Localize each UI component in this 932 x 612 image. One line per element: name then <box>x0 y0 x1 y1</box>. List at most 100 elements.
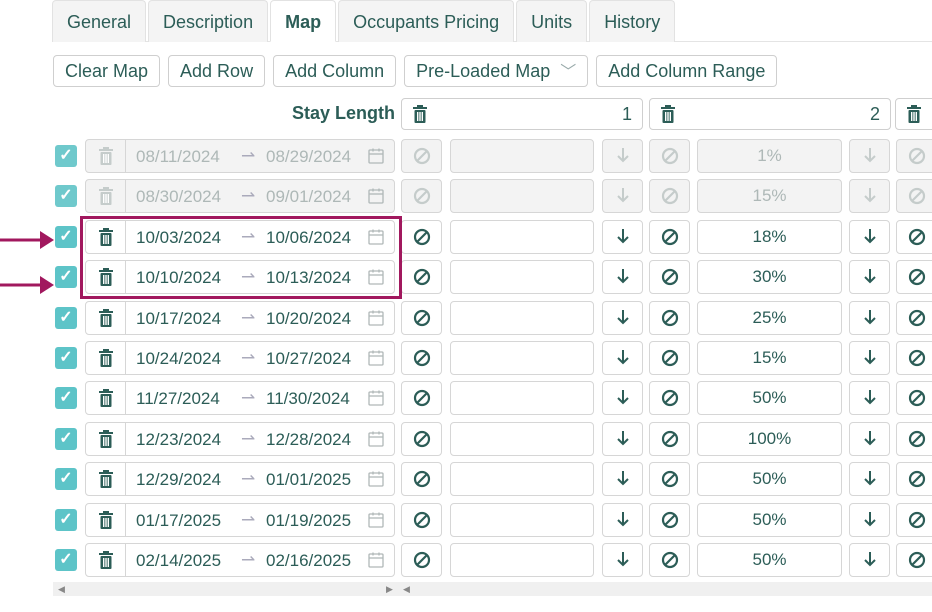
row-checkbox[interactable]: ✓ <box>55 468 77 490</box>
trash-icon[interactable] <box>86 342 126 374</box>
horizontal-scrollbar-right[interactable] <box>398 582 932 596</box>
block-button[interactable] <box>401 543 442 577</box>
fill-down-button[interactable] <box>602 503 643 537</box>
block-button[interactable] <box>896 139 932 173</box>
price-input[interactable]: 15% <box>697 179 842 213</box>
price-input[interactable] <box>450 179 594 213</box>
calendar-icon[interactable] <box>368 350 384 371</box>
trash-icon[interactable] <box>906 105 922 128</box>
date-range-field[interactable]: 12/23/2024 ⇀ 12/28/2024 <box>85 422 395 456</box>
fill-down-button[interactable] <box>849 381 890 415</box>
tab-units[interactable]: Units <box>516 0 588 42</box>
price-input[interactable] <box>450 543 594 577</box>
end-date[interactable]: 08/29/2024 <box>266 147 351 167</box>
price-input[interactable] <box>450 462 594 496</box>
block-button[interactable] <box>896 462 932 496</box>
trash-icon[interactable] <box>86 544 126 576</box>
price-input[interactable]: 25% <box>697 301 842 335</box>
block-button[interactable] <box>649 341 690 375</box>
start-date[interactable]: 02/14/2025 <box>136 551 221 571</box>
trash-icon[interactable] <box>412 105 428 128</box>
trash-icon[interactable] <box>86 463 126 495</box>
fill-down-button[interactable] <box>602 260 643 294</box>
row-checkbox[interactable]: ✓ <box>55 266 77 288</box>
fill-down-button[interactable] <box>849 179 890 213</box>
fill-down-button[interactable] <box>602 341 643 375</box>
block-button[interactable] <box>649 179 690 213</box>
price-input[interactable] <box>450 422 594 456</box>
fill-down-button[interactable] <box>602 139 643 173</box>
price-input[interactable] <box>450 301 594 335</box>
calendar-icon[interactable] <box>368 552 384 573</box>
price-input[interactable] <box>450 220 594 254</box>
price-input[interactable]: 15% <box>697 341 842 375</box>
start-date[interactable]: 01/17/2025 <box>136 511 221 531</box>
clear-map-button[interactable]: Clear Map <box>53 55 161 87</box>
calendar-icon[interactable] <box>368 310 384 331</box>
calendar-icon[interactable] <box>368 431 384 452</box>
fill-down-button[interactable] <box>849 260 890 294</box>
block-button[interactable] <box>649 462 690 496</box>
end-date[interactable]: 10/20/2024 <box>266 309 351 329</box>
row-checkbox[interactable]: ✓ <box>55 226 77 248</box>
price-input[interactable]: 50% <box>697 503 842 537</box>
price-input[interactable]: 1% <box>697 139 842 173</box>
tab-occupants-pricing[interactable]: Occupants Pricing <box>338 0 515 42</box>
block-button[interactable] <box>896 422 932 456</box>
tab-description[interactable]: Description <box>148 0 269 42</box>
price-input[interactable]: 18% <box>697 220 842 254</box>
end-date[interactable]: 02/16/2025 <box>266 551 351 571</box>
trash-icon[interactable] <box>660 105 676 128</box>
row-checkbox[interactable]: ✓ <box>55 549 77 571</box>
block-button[interactable] <box>896 260 932 294</box>
date-range-field[interactable]: 08/11/2024 ⇀ 08/29/2024 <box>85 139 395 173</box>
trash-icon[interactable] <box>86 423 126 455</box>
block-button[interactable] <box>401 139 442 173</box>
block-button[interactable] <box>649 422 690 456</box>
date-range-field[interactable]: 10/24/2024 ⇀ 10/27/2024 <box>85 341 395 375</box>
block-button[interactable] <box>896 179 932 213</box>
block-button[interactable] <box>649 260 690 294</box>
block-button[interactable] <box>896 543 932 577</box>
price-input[interactable]: 100% <box>697 422 842 456</box>
scroll-right-icon[interactable]: ▶ <box>386 584 393 595</box>
scroll-left-icon[interactable]: ◀ <box>403 584 410 595</box>
date-range-field[interactable]: 10/17/2024 ⇀ 10/20/2024 <box>85 301 395 335</box>
block-button[interactable] <box>401 179 442 213</box>
add-row-button[interactable]: Add Row <box>168 55 266 87</box>
row-checkbox[interactable]: ✓ <box>55 428 77 450</box>
tab-general[interactable]: General <box>52 0 147 42</box>
start-date[interactable]: 08/30/2024 <box>136 187 221 207</box>
price-input[interactable]: 50% <box>697 543 842 577</box>
fill-down-button[interactable] <box>849 422 890 456</box>
fill-down-button[interactable] <box>849 341 890 375</box>
date-range-field[interactable]: 01/17/2025 ⇀ 01/19/2025 <box>85 503 395 537</box>
block-button[interactable] <box>896 381 932 415</box>
fill-down-button[interactable] <box>602 179 643 213</box>
row-checkbox[interactable]: ✓ <box>55 307 77 329</box>
trash-icon[interactable] <box>86 180 126 212</box>
price-input[interactable] <box>450 260 594 294</box>
block-button[interactable] <box>649 220 690 254</box>
start-date[interactable]: 08/11/2024 <box>136 147 220 167</box>
block-button[interactable] <box>649 381 690 415</box>
fill-down-button[interactable] <box>849 543 890 577</box>
block-button[interactable] <box>649 503 690 537</box>
trash-icon[interactable] <box>86 504 126 536</box>
block-button[interactable] <box>401 220 442 254</box>
end-date[interactable]: 01/01/2025 <box>266 470 351 490</box>
block-button[interactable] <box>649 543 690 577</box>
trash-icon[interactable] <box>86 302 126 334</box>
date-range-field[interactable]: 11/27/2024 ⇀ 11/30/2024 <box>85 381 395 415</box>
block-button[interactable] <box>896 341 932 375</box>
fill-down-button[interactable] <box>602 462 643 496</box>
fill-down-button[interactable] <box>602 543 643 577</box>
add-column-button[interactable]: Add Column <box>273 55 397 87</box>
price-input[interactable] <box>450 139 594 173</box>
block-button[interactable] <box>401 260 442 294</box>
scroll-left-icon[interactable]: ◀ <box>58 584 65 595</box>
block-button[interactable] <box>896 503 932 537</box>
add-column-range-button[interactable]: Add Column Range <box>596 55 778 87</box>
preloaded-map-dropdown[interactable]: Pre-Loaded Map ﹀ <box>404 55 589 87</box>
price-input[interactable] <box>450 503 594 537</box>
